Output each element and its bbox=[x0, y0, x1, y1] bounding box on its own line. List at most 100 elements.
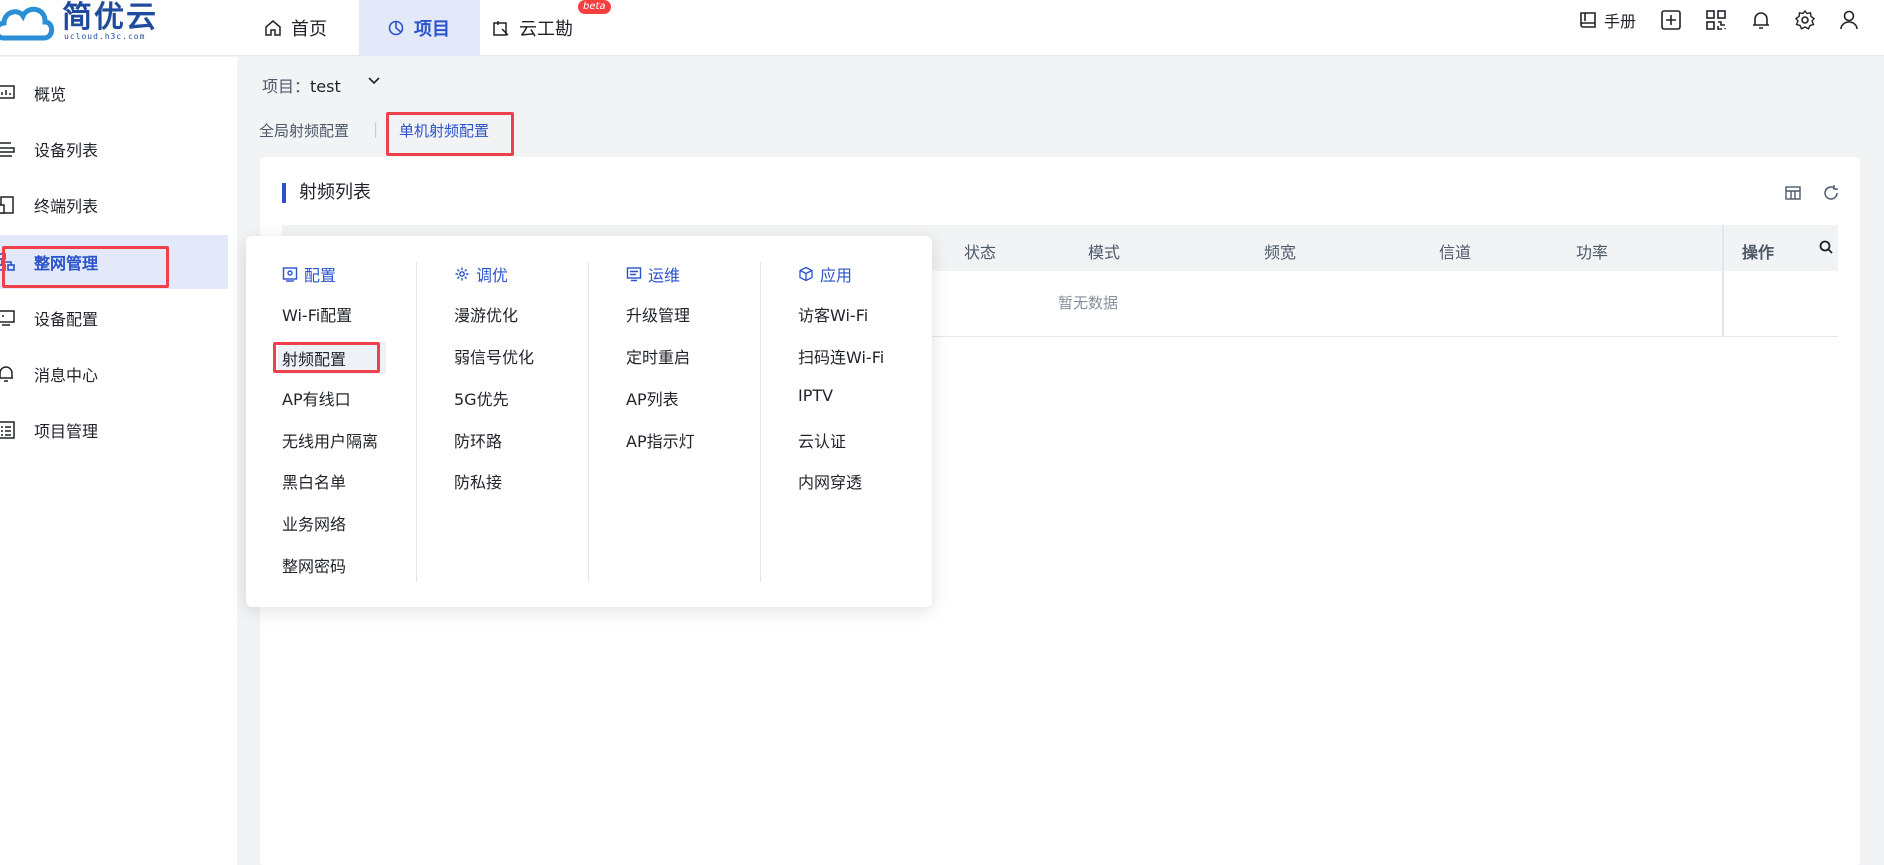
bell-icon bbox=[0, 366, 13, 382]
search-icon[interactable] bbox=[1818, 239, 1834, 255]
sidebar-item-device-list[interactable]: 设备列表 bbox=[0, 122, 228, 176]
nav-tab-home-label: 首页 bbox=[291, 19, 327, 40]
column-header-power: 功率 bbox=[1576, 243, 1609, 262]
cloud-logo-icon bbox=[0, 6, 55, 41]
sidebar-item-label: 项目管理 bbox=[34, 422, 99, 441]
sidebar-item-device-config[interactable]: 设备配置 bbox=[0, 291, 228, 345]
menu-item-ap-wired-port[interactable]: AP有线口 bbox=[282, 386, 351, 410]
annotation-box-network-management bbox=[2, 246, 169, 288]
network-management-menu: 配置 Wi-Fi配置 射频配置 AP有线口 无线用户隔离 黑白名单 业务网络 整… bbox=[246, 236, 932, 607]
chart-icon bbox=[0, 85, 15, 99]
menu-item-wireless-user-isolation[interactable]: 无线用户隔离 bbox=[282, 428, 378, 452]
menu-heading-ops: 运维 bbox=[626, 262, 680, 286]
project-selector-text: 项目：test bbox=[262, 73, 341, 97]
refresh-icon[interactable] bbox=[1821, 183, 1841, 203]
menu-item-guest-wifi[interactable]: 访客Wi-Fi bbox=[798, 302, 868, 326]
menu-column-tuning: 调优 漫游优化 弱信号优化 5G优先 防环路 防私接 bbox=[454, 262, 589, 582]
menu-item-ap-list[interactable]: AP列表 bbox=[626, 386, 679, 410]
operation-column-body bbox=[1722, 271, 1838, 337]
device-config-icon bbox=[0, 310, 15, 326]
survey-icon bbox=[493, 21, 509, 36]
device-list-icon bbox=[0, 142, 15, 157]
user-icon bbox=[1840, 10, 1858, 30]
menu-item-intranet-penetration[interactable]: 内网穿透 bbox=[798, 469, 862, 493]
manual-label: 手册 bbox=[1604, 12, 1637, 31]
menu-heading-config-label: 配置 bbox=[304, 266, 337, 285]
sidebar-item-terminal-list[interactable]: 终端列表 bbox=[0, 178, 228, 232]
project-selector[interactable]: 项目：test bbox=[237, 57, 1884, 107]
card-title: 射频列表 bbox=[282, 183, 371, 203]
menu-item-weak-signal-optimization[interactable]: 弱信号优化 bbox=[454, 344, 534, 368]
menu-heading-apps: 应用 bbox=[798, 262, 852, 286]
settings-button[interactable] bbox=[1794, 8, 1816, 32]
empty-data-text: 暂无数据 bbox=[1058, 294, 1119, 312]
nav-tab-project[interactable]: 项目 bbox=[359, 0, 480, 56]
sidebar-item-project-management[interactable]: 项目管理 bbox=[0, 403, 228, 457]
menu-item-loop-prevention[interactable]: 防环路 bbox=[454, 428, 502, 452]
plus-square-icon bbox=[1661, 10, 1681, 30]
tab-separator: | bbox=[373, 120, 379, 138]
menu-item-wifi-config[interactable]: Wi-Fi配置 bbox=[282, 302, 352, 326]
project-list-icon bbox=[0, 421, 15, 439]
user-button[interactable] bbox=[1838, 8, 1860, 32]
project-icon bbox=[388, 20, 404, 36]
qrcode-button[interactable] bbox=[1705, 8, 1727, 32]
sidebar-item-label: 消息中心 bbox=[34, 366, 99, 385]
menu-item-network-password[interactable]: 整网密码 bbox=[282, 553, 346, 577]
sidebar: 概览 设备列表 终端列表 整网管理 设备配置 消息中心 项目管理 bbox=[0, 57, 237, 865]
menu-heading-config: 配置 bbox=[282, 262, 336, 286]
tab-global-rf-config[interactable]: 全局射频配置 bbox=[259, 120, 349, 141]
nav-tab-project-label: 项目 bbox=[414, 19, 450, 40]
brand-name: 简优云 bbox=[62, 0, 158, 35]
chevron-down-icon bbox=[368, 77, 380, 85]
menu-item-anti-private-connection[interactable]: 防私接 bbox=[454, 469, 502, 493]
terminal-icon bbox=[0, 196, 14, 214]
menu-item-iptv[interactable]: IPTV bbox=[798, 386, 833, 405]
notification-button[interactable] bbox=[1750, 8, 1772, 32]
column-settings-icon[interactable] bbox=[1783, 183, 1803, 203]
operation-column-header: 操作 bbox=[1722, 225, 1838, 271]
top-bar: 简优云 ucloud.h3c.com 首页 项目 云工勘 beta 手册 bbox=[0, 0, 1884, 56]
book-icon bbox=[1580, 12, 1596, 28]
annotation-box-single-rf-config bbox=[386, 112, 514, 156]
add-button[interactable] bbox=[1660, 8, 1682, 32]
menu-item-roaming-optimization[interactable]: 漫游优化 bbox=[454, 302, 518, 326]
menu-heading-ops-label: 运维 bbox=[648, 266, 681, 285]
sidebar-item-label: 设备列表 bbox=[34, 141, 99, 160]
menu-heading-tuning: 调优 bbox=[454, 262, 508, 286]
menu-item-upgrade-management[interactable]: 升级管理 bbox=[626, 302, 690, 326]
menu-item-cloud-auth[interactable]: 云认证 bbox=[798, 428, 846, 452]
config-icon bbox=[282, 267, 298, 282]
menu-item-5g-priority[interactable]: 5G优先 bbox=[454, 386, 509, 410]
ops-icon bbox=[626, 267, 642, 282]
sidebar-item-overview[interactable]: 概览 bbox=[0, 66, 228, 120]
home-icon bbox=[265, 20, 281, 36]
nav-tab-home[interactable]: 首页 bbox=[264, 0, 354, 56]
menu-item-scheduled-reboot[interactable]: 定时重启 bbox=[626, 344, 690, 368]
menu-heading-apps-label: 应用 bbox=[820, 266, 853, 285]
menu-item-scan-to-connect-wifi[interactable]: 扫码连Wi-Fi bbox=[798, 344, 884, 368]
annotation-box-rf-config bbox=[273, 342, 380, 373]
logo[interactable]: 简优云 ucloud.h3c.com bbox=[0, 0, 170, 46]
sidebar-item-label: 设备配置 bbox=[34, 310, 99, 329]
project-label: 项目： bbox=[262, 77, 311, 96]
qrcode-icon bbox=[1706, 10, 1726, 30]
manual-button[interactable]: 手册 bbox=[1578, 8, 1636, 32]
sidebar-item-label: 概览 bbox=[34, 85, 67, 104]
column-header-status: 状态 bbox=[964, 243, 997, 262]
nav-tab-cloud-survey[interactable]: 云工勘 beta bbox=[492, 0, 612, 56]
column-header-mode: 模式 bbox=[1088, 243, 1121, 262]
menu-item-black-white-list[interactable]: 黑白名单 bbox=[282, 469, 346, 493]
bell-icon bbox=[1753, 12, 1769, 29]
gear-icon bbox=[1794, 9, 1816, 30]
column-header-channel: 信道 bbox=[1439, 243, 1472, 262]
brand-url: ucloud.h3c.com bbox=[64, 32, 146, 41]
column-header-operation: 操作 bbox=[1742, 243, 1775, 262]
menu-column-config: 配置 Wi-Fi配置 射频配置 AP有线口 无线用户隔离 黑白名单 业务网络 整… bbox=[278, 262, 417, 582]
menu-column-ops: 运维 升级管理 定时重启 AP列表 AP指示灯 bbox=[626, 262, 761, 582]
nav-tab-cloud-survey-label: 云工勘 bbox=[519, 19, 573, 40]
menu-item-ap-indicator[interactable]: AP指示灯 bbox=[626, 428, 695, 452]
sidebar-item-message-center[interactable]: 消息中心 bbox=[0, 347, 228, 401]
sidebar-item-label: 终端列表 bbox=[34, 197, 99, 216]
menu-item-service-network[interactable]: 业务网络 bbox=[282, 511, 346, 535]
